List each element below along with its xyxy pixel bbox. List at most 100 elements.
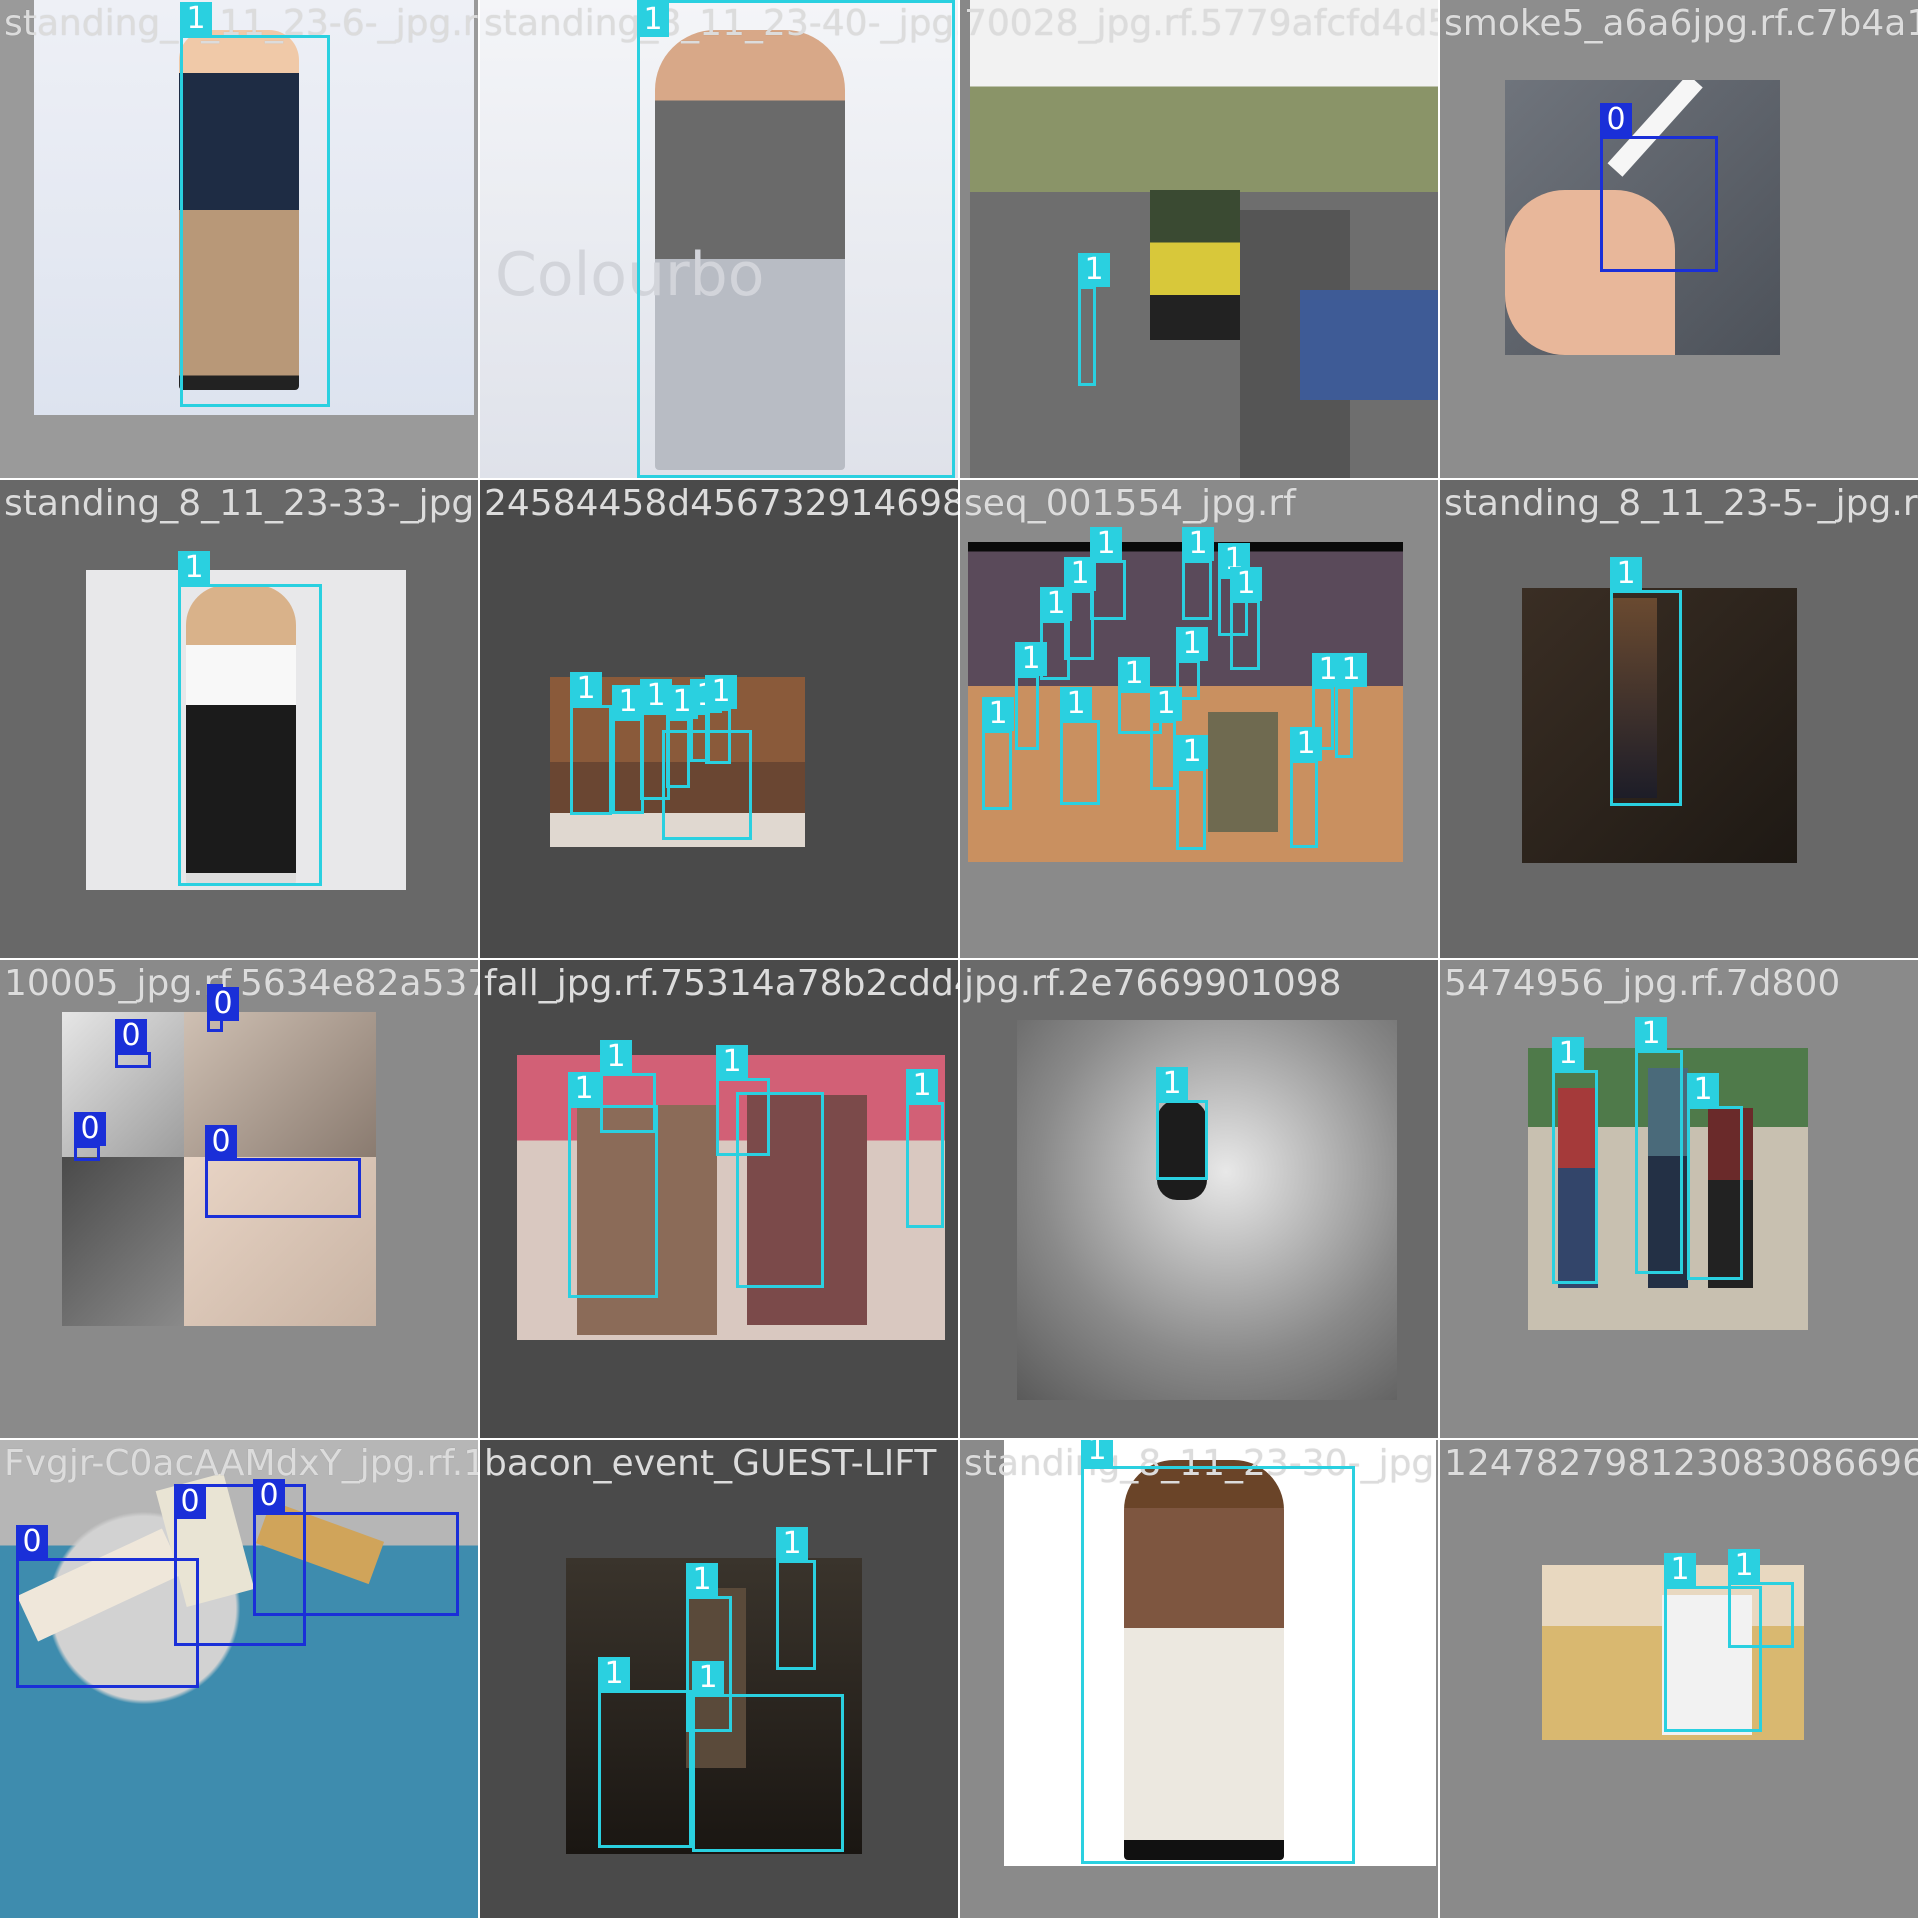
class-label: 1: [776, 1527, 808, 1561]
detection-box: 1: [1015, 642, 1047, 750]
class-label: 1: [1664, 1553, 1696, 1587]
class-label: 0: [16, 1525, 48, 1559]
detection-box: 1: [1728, 1549, 1794, 1648]
mosaic-tile: standing_8_11_23-6-_jpg.rf.3ca1064a891 1: [0, 0, 480, 480]
tile-filename: smoke5_a6a6jpg.rf.c7b4a13: [1444, 3, 1920, 44]
mosaic-tile: 10005_jpg.rf.5634e82a537c82f173f3b5f90b …: [0, 960, 480, 1440]
detection-box: 1: [906, 1069, 944, 1228]
detection-box: 1: [1552, 1037, 1598, 1284]
detection-box: 1: [1290, 727, 1322, 848]
class-label: 1: [1230, 567, 1262, 601]
class-label: 1: [600, 1040, 632, 1074]
mosaic-tile: 5474956_jpg.rf.7d800 1 1 1: [1440, 960, 1920, 1440]
mosaic-tile: standing_8_11_23-30-_jpg.rf 1: [960, 1440, 1440, 1920]
detection-box: 1: [1090, 527, 1126, 620]
class-label: 1: [1081, 1440, 1113, 1467]
class-label: 1: [570, 672, 602, 706]
detection-box: 1: [178, 551, 322, 886]
mosaic-tile: Fvgjr-C0acAAMdxY_jpg.rf.1c2b5fd3c4f0e665…: [0, 1440, 480, 1920]
detection-box: 1: [637, 0, 955, 478]
class-label: 1: [1687, 1073, 1719, 1107]
detection-mosaic: standing_8_11_23-6-_jpg.rf.3ca1064a891 1…: [0, 0, 1920, 1920]
detection-box: 1: [1687, 1073, 1743, 1280]
tile-filename: 70028_jpg.rf.5779afcfd4d5ca836ea3: [964, 3, 1438, 44]
class-label: 1: [1728, 1549, 1760, 1583]
detection-box: 1: [570, 672, 612, 815]
class-label: 1: [1552, 1037, 1584, 1071]
class-label: 1: [716, 1045, 748, 1079]
detection-box: 0: [115, 1019, 151, 1068]
class-label: 0: [253, 1479, 285, 1513]
class-label: 0: [207, 987, 239, 1021]
class-label: 1: [1610, 557, 1642, 591]
detection-box: 1: [1610, 557, 1682, 806]
class-label: 0: [205, 1125, 237, 1159]
detection-box: 1: [600, 1040, 656, 1133]
detection-box: 1: [982, 697, 1014, 810]
class-label: 1: [598, 1657, 630, 1691]
detection-box: 0: [16, 1525, 199, 1688]
class-label: 1: [1182, 527, 1214, 561]
detection-box: 1: [1335, 653, 1367, 758]
class-label: 1: [1090, 527, 1122, 561]
tile-filename: bacon_event_GUEST-LIFT: [484, 1443, 937, 1484]
class-label: 1: [705, 675, 737, 709]
detection-box: 1: [1150, 687, 1182, 790]
class-label: 1: [637, 3, 669, 37]
tile-filename: 24584458d4567329146982589_2076574200121a…: [484, 483, 960, 524]
mosaic-tile: jpg.rf.2e7669901098 1: [960, 960, 1440, 1440]
detection-box: 1: [1176, 627, 1208, 700]
tile-filename: standing_8_11_23-5-_jpg.rf: [1444, 483, 1920, 524]
class-label: 1: [1335, 653, 1367, 687]
detection-box: 1: [1078, 253, 1110, 386]
class-label: 0: [115, 1019, 147, 1053]
detection-box: 0: [74, 1112, 106, 1161]
detection-box: 1: [180, 2, 330, 407]
class-label: 1: [906, 1069, 938, 1103]
detection-box: 1: [662, 730, 752, 840]
tile-filename: Fvgjr-C0acAAMdxY_jpg.rf.1c2b5fd3c4f0e665: [4, 1443, 480, 1484]
class-label: 0: [174, 1485, 206, 1519]
class-label: 1: [178, 551, 210, 585]
class-label: 1: [1635, 1017, 1667, 1051]
detection-box: 1: [776, 1527, 816, 1670]
tile-filename: 10005_jpg.rf.5634e82a537c82f173f3b5f90b: [4, 963, 480, 1004]
mosaic-tile: 70028_jpg.rf.5779afcfd4d5ca836ea3 1: [960, 0, 1440, 480]
tile-filename: fall_jpg.rf.75314a78b2cdd43090d4234756: [484, 963, 958, 1004]
class-label: 1: [568, 1072, 600, 1106]
class-label: 1: [1176, 735, 1208, 769]
class-label: 1: [1118, 657, 1150, 691]
class-label: 1: [692, 1661, 724, 1695]
mosaic-tile: fall_jpg.rf.75314a78b2cdd43090d4234756 1…: [480, 960, 960, 1440]
tile-filename: standing_8_11_23-33-_jpg.rf: [4, 483, 480, 524]
detection-box: 0: [205, 1125, 361, 1218]
mosaic-tile: standing_8_11_23-5-_jpg.rf 1: [1440, 480, 1920, 960]
class-label: 1: [1156, 1067, 1188, 1101]
class-label: 1: [180, 2, 212, 36]
mosaic-tile: 24584458d4567329146982589_2076574200121a…: [480, 480, 960, 960]
detection-box: 1: [1156, 1067, 1208, 1180]
detection-box: 1: [736, 1092, 824, 1288]
detection-box: 1: [692, 1661, 844, 1852]
class-label: 1: [982, 697, 1014, 731]
mosaic-tile: Colourbo standing_8_11_23-40-_jpg.rf 1: [480, 0, 960, 480]
mosaic-tile: smoke5_a6a6jpg.rf.c7b4a13 0: [1440, 0, 1920, 480]
tile-filename: jpg.rf.2e7669901098: [964, 963, 1342, 1004]
detection-box: 1: [1176, 735, 1208, 850]
detection-box: 1: [1081, 1440, 1355, 1864]
tile-filename: seq_001554_jpg.rf: [964, 483, 1296, 524]
detection-box: 1: [1182, 527, 1214, 620]
mosaic-tile: standing_8_11_23-33-_jpg.rf 1: [0, 480, 480, 960]
detection-box: 0: [207, 984, 239, 1032]
photo-train-station: [970, 0, 1438, 478]
class-label: 1: [1290, 727, 1322, 761]
class-label: 1: [1078, 253, 1110, 287]
class-label: 1: [686, 1563, 718, 1597]
class-label: 1: [1060, 687, 1092, 721]
photo-surfer-wave: [1017, 1020, 1397, 1400]
class-label: 1: [1176, 627, 1208, 661]
detection-box: 1: [568, 1072, 658, 1298]
tile-filename: 5474956_jpg.rf.7d800: [1444, 963, 1841, 1004]
detection-box: 1: [1060, 687, 1100, 805]
detection-box: 1: [1635, 1017, 1683, 1274]
